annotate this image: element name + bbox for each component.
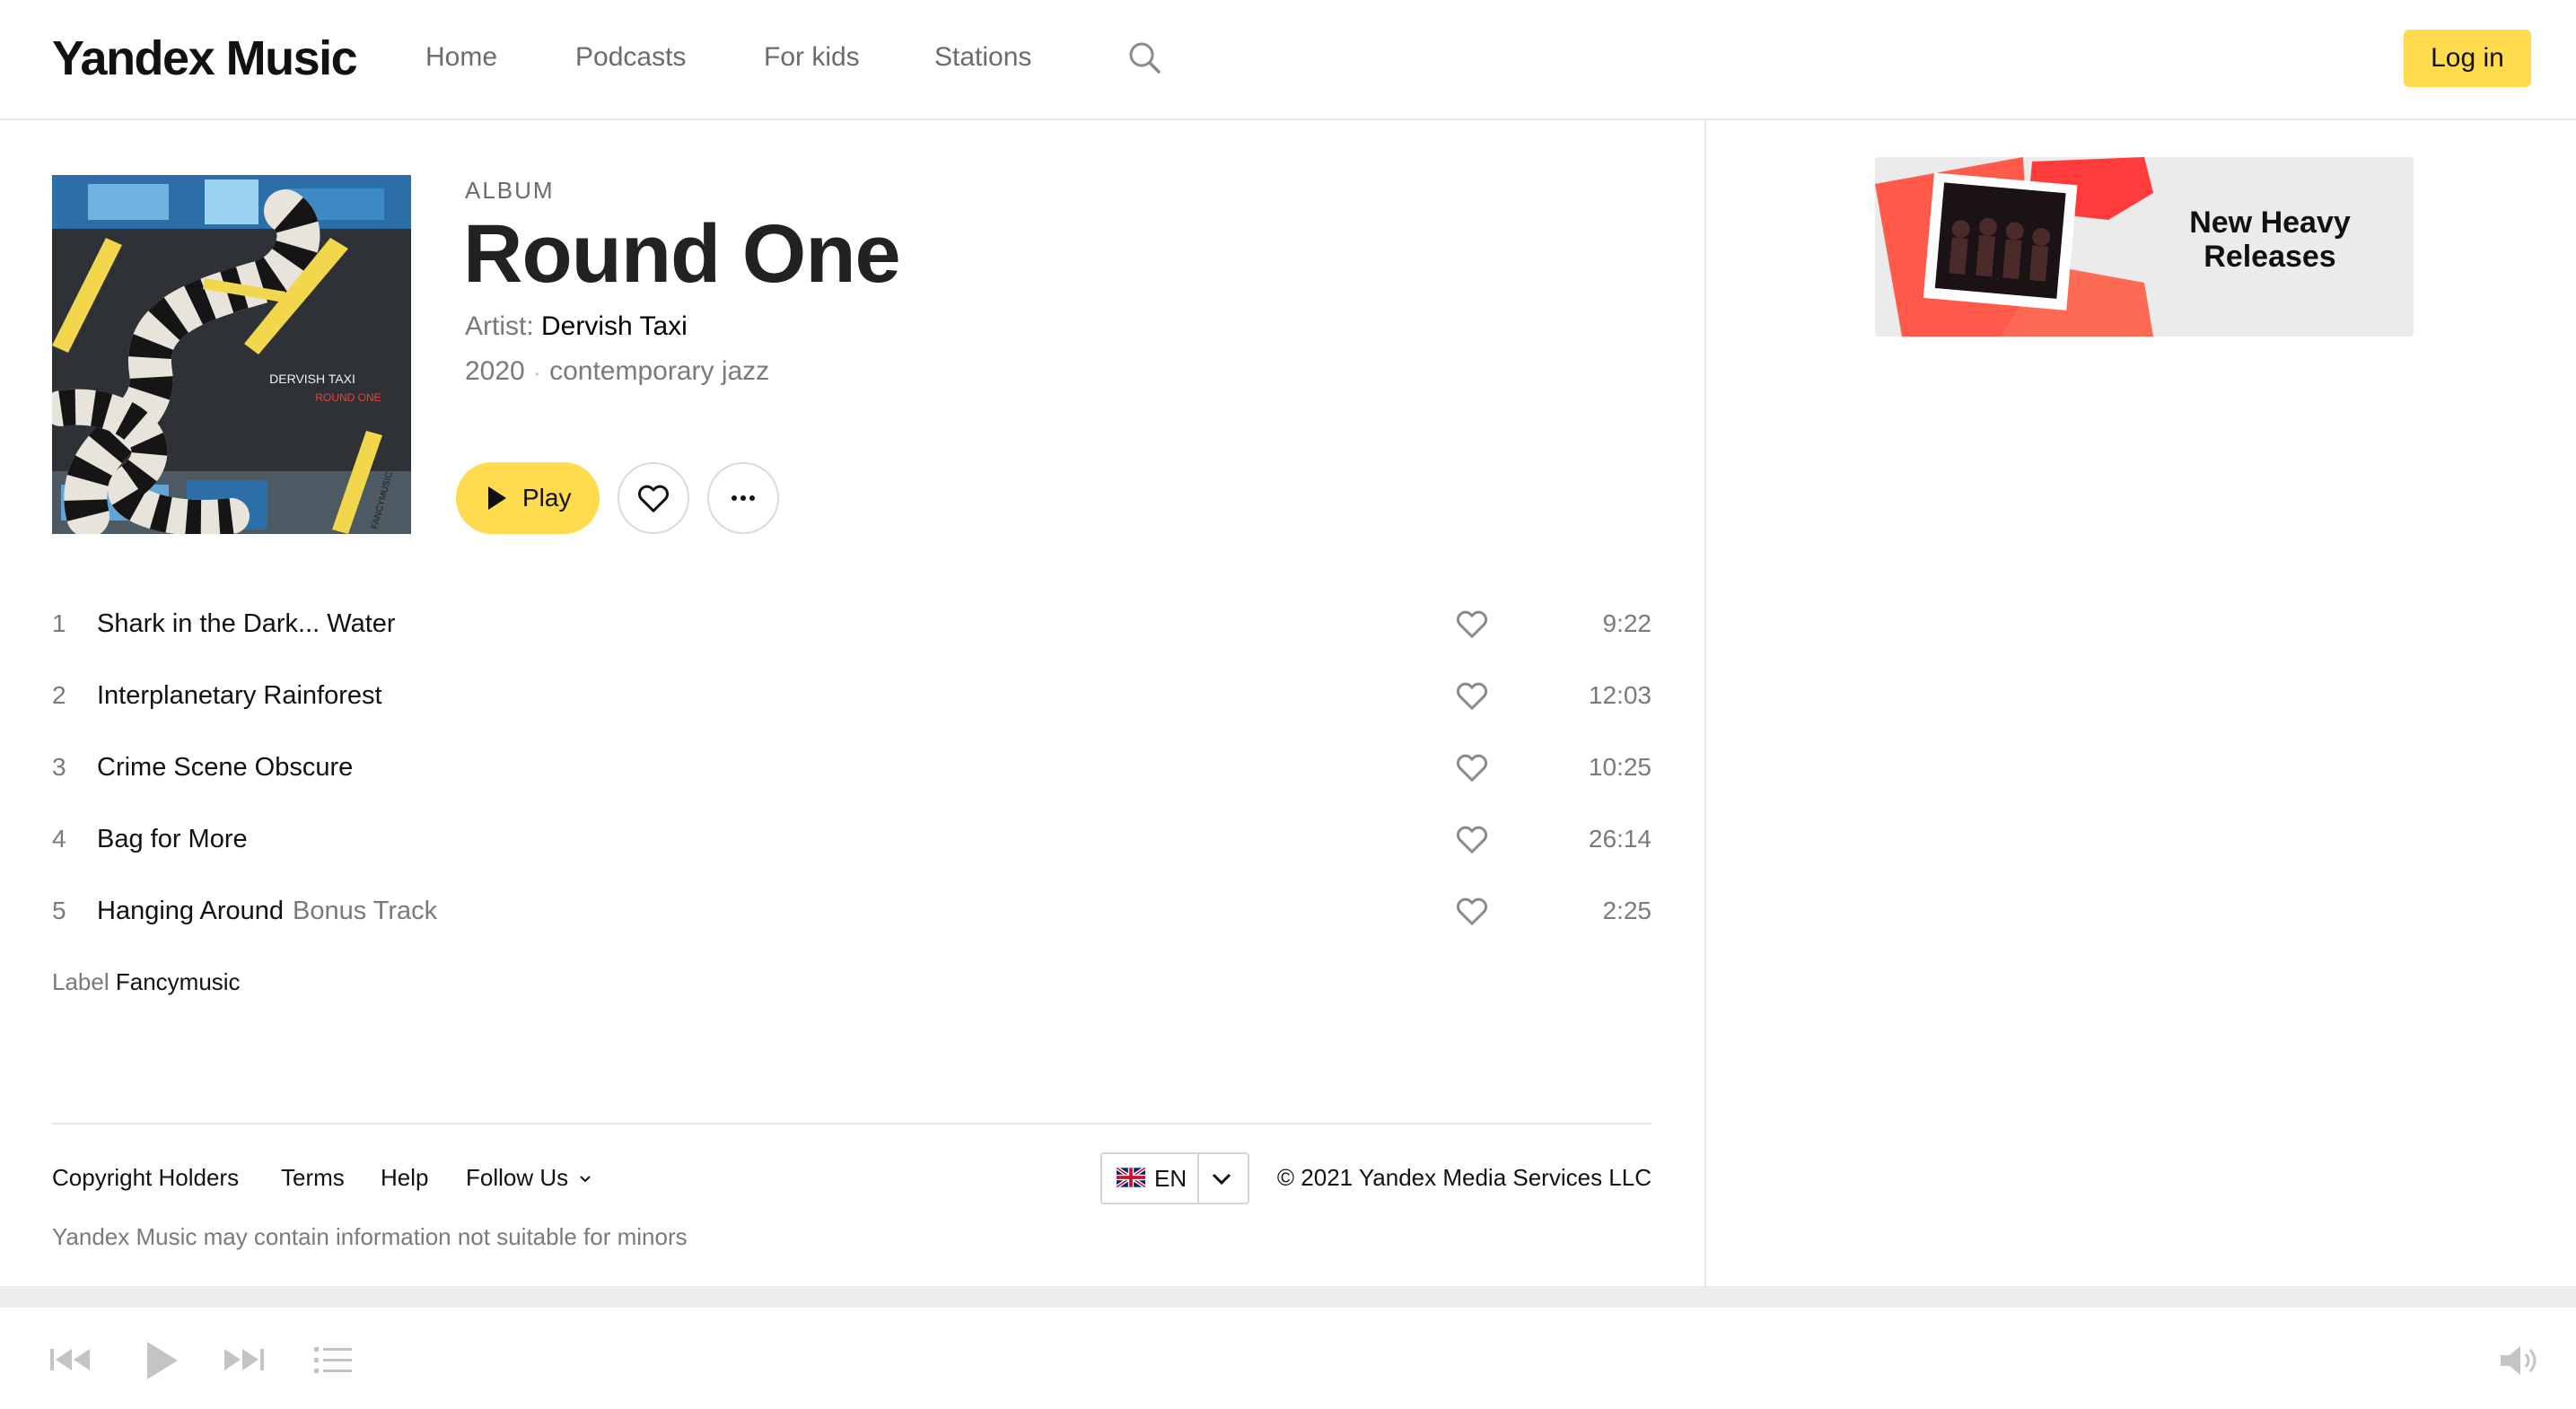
more-dots-icon [732, 495, 755, 501]
language-code: EN [1154, 1165, 1187, 1192]
previous-track-icon[interactable] [48, 1345, 93, 1378]
track-duration: 2:25 [1602, 897, 1652, 924]
album-title: Round One [463, 208, 901, 300]
track-number: 4 [52, 825, 66, 853]
track-title: Shark in the Dark... Water [97, 609, 396, 638]
footer-help[interactable]: Help [381, 1160, 428, 1195]
cover-artist-text: DERVISH TAXI [269, 372, 355, 386]
play-button[interactable]: Play [456, 462, 600, 534]
chevron-down-icon [580, 1176, 591, 1183]
chevron-down-icon [1212, 1173, 1231, 1186]
album-cover[interactable]: DERVISH TAXI ROUND ONE FANCYMUSIC [52, 175, 411, 534]
heart-icon [638, 485, 669, 512]
album-kind-label: ALBUM [465, 177, 555, 204]
yandex-music-logo[interactable]: Yandex Music [52, 27, 358, 90]
cover-title-text: ROUND ONE [315, 391, 381, 404]
track-duration: 12:03 [1588, 681, 1652, 709]
column-divider [1704, 119, 1706, 1286]
track-duration: 10:25 [1588, 753, 1652, 781]
login-button[interactable]: Log in [2404, 30, 2531, 87]
volume-icon[interactable] [2499, 1343, 2542, 1382]
play-icon[interactable] [144, 1340, 180, 1386]
promo-banner[interactable]: New Heavy Releases [1875, 157, 2414, 337]
track-duration: 26:14 [1588, 825, 1652, 853]
player-progress-track[interactable] [0, 1286, 2576, 1308]
like-album-button[interactable] [618, 462, 689, 534]
track-number: 1 [52, 609, 66, 637]
album-year: 2020 [465, 356, 525, 386]
language-selector[interactable]: EN [1100, 1152, 1249, 1204]
nav-for-kids[interactable]: For kids [764, 39, 860, 75]
footer-follow-us[interactable]: Follow Us [466, 1160, 592, 1195]
heart-icon[interactable] [1454, 678, 1490, 713]
footer-divider [52, 1123, 1652, 1125]
album-artist-line: Artist: Dervish Taxi [465, 309, 688, 345]
track-title: Hanging Around Bonus Track [97, 897, 438, 925]
nav-podcasts[interactable]: Podcasts [575, 39, 686, 75]
promo-text: New Heavy Releases [2189, 206, 2351, 274]
heart-icon[interactable] [1454, 606, 1490, 642]
track-title: Crime Scene Obscure [97, 753, 354, 782]
artist-link[interactable]: Dervish Taxi [541, 311, 688, 341]
play-button-label: Play [522, 484, 572, 512]
footer-copyright-holders[interactable]: Copyright Holders [52, 1160, 239, 1195]
track-row[interactable]: 1 Shark in the Dark... Water 9:22 [52, 588, 1652, 660]
record-label-line: Label Fancymusic [52, 964, 241, 1000]
heart-icon[interactable] [1454, 821, 1490, 857]
track-number: 2 [52, 681, 66, 709]
age-disclaimer: Yandex Music may contain information not… [52, 1223, 688, 1250]
album-genre[interactable]: contemporary jazz [549, 356, 769, 386]
track-row[interactable]: 5 Hanging Around Bonus Track 2:25 [52, 875, 1652, 947]
next-track-icon[interactable] [221, 1345, 266, 1378]
heart-icon[interactable] [1454, 749, 1490, 785]
label-link[interactable]: Fancymusic [116, 968, 241, 995]
copyright-text: © 2021 Yandex Media Services LLC [1276, 1164, 1652, 1191]
nav-home[interactable]: Home [425, 39, 497, 75]
track-row[interactable]: 3 Crime Scene Obscure 10:25 [52, 731, 1652, 803]
player-bar [0, 1308, 2576, 1409]
top-header: Yandex Music Home Podcasts For kids Stat… [0, 0, 2576, 120]
album-meta: 2020 · contemporary jazz [465, 356, 770, 386]
track-row[interactable]: 2 Interplanetary Rainforest 12:03 [52, 660, 1652, 731]
play-icon [488, 486, 506, 510]
track-duration: 9:22 [1602, 609, 1652, 637]
label-prefix: Label [52, 968, 110, 995]
track-title: Bag for More [97, 825, 248, 853]
bonus-track-tag: Bonus Track [293, 897, 438, 925]
nav-stations[interactable]: Stations [934, 39, 1031, 75]
playlist-icon[interactable] [314, 1345, 354, 1380]
track-row[interactable]: 4 Bag for More 26:14 [52, 803, 1652, 875]
track-number: 5 [52, 897, 66, 924]
track-title: Interplanetary Rainforest [97, 681, 382, 710]
heart-icon[interactable] [1454, 893, 1490, 929]
uk-flag-icon [1117, 1168, 1145, 1187]
footer-terms[interactable]: Terms [281, 1160, 345, 1195]
more-options-button[interactable] [707, 462, 779, 534]
track-number: 3 [52, 753, 66, 781]
artist-prefix: Artist: [465, 311, 534, 341]
search-icon[interactable] [1126, 39, 1162, 75]
